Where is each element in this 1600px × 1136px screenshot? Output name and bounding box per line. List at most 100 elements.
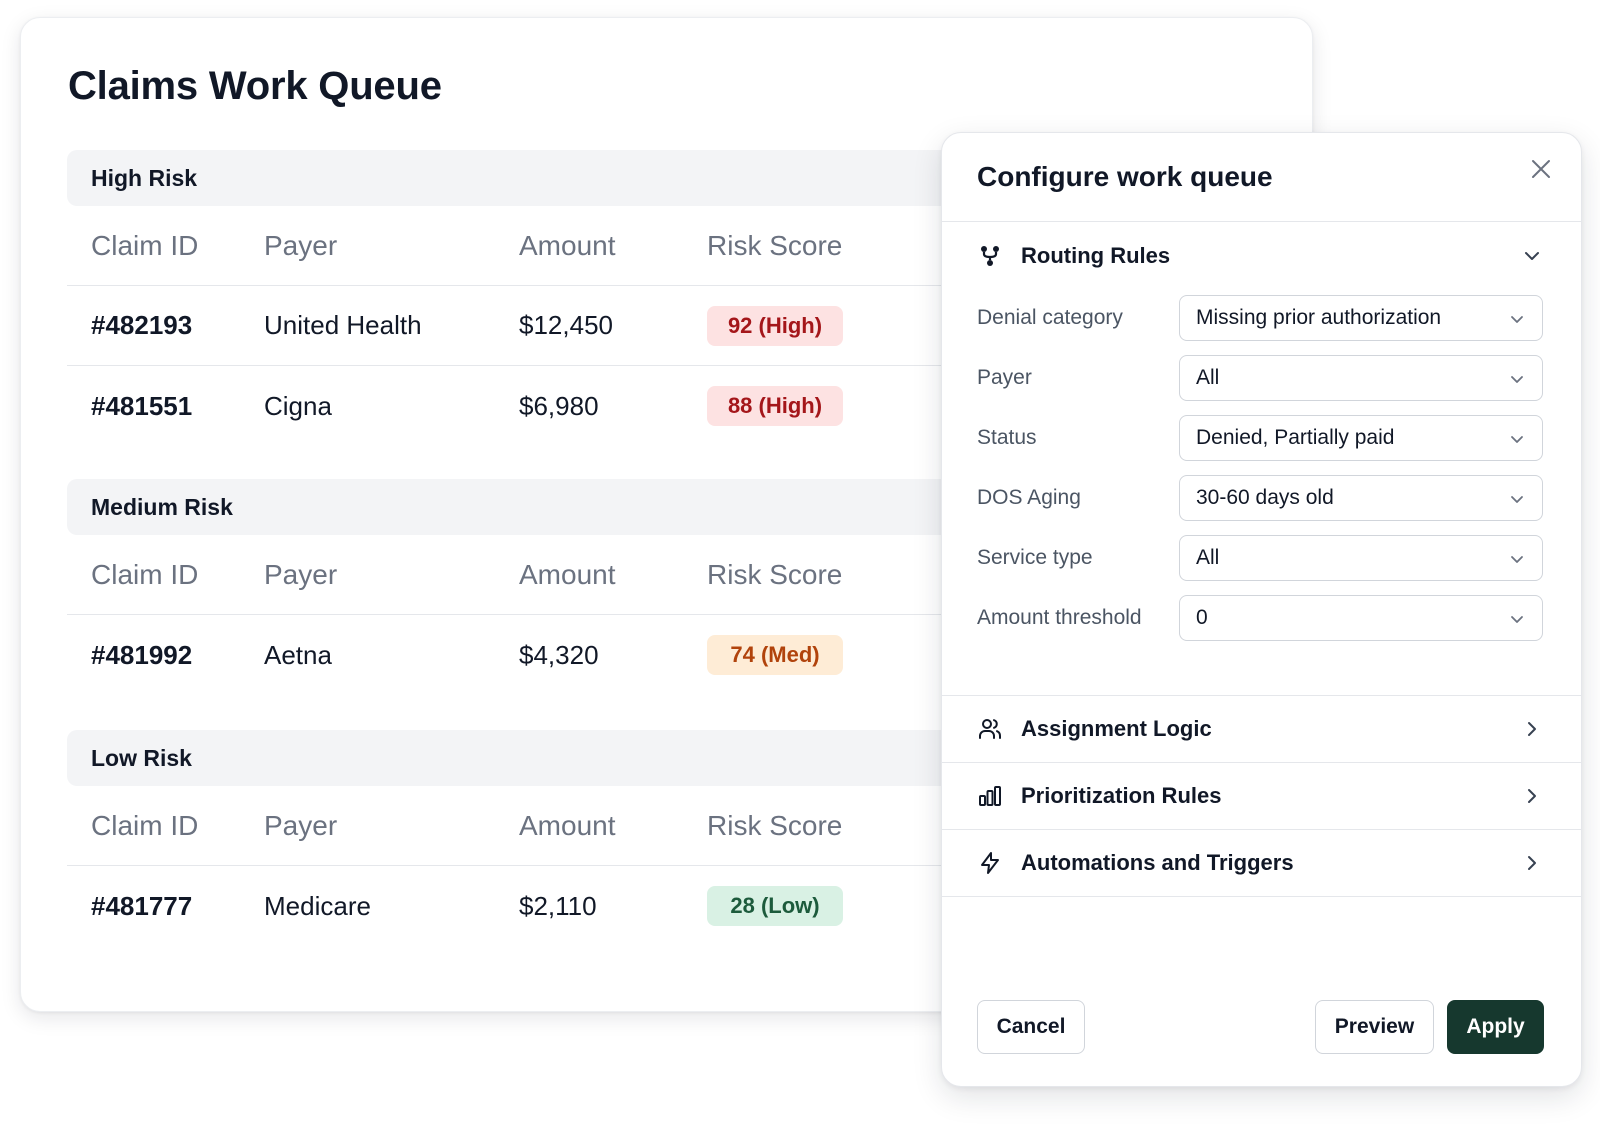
section-label: Prioritization Rules (1021, 783, 1222, 808)
field-label: Service type (977, 546, 1093, 569)
section-prioritization-rules[interactable]: Prioritization Rules (942, 763, 1581, 829)
page-title: Claims Work Queue (68, 64, 442, 108)
amount: $4,320 (519, 639, 599, 670)
chevron-down-icon (1508, 490, 1526, 508)
column-headers: Claim ID Payer Amount Risk Score (67, 786, 987, 866)
amount-threshold-select[interactable]: 0 (1179, 595, 1543, 641)
column-header-risk-score: Risk Score (707, 558, 843, 590)
risk-group-high: High Risk Claim ID Payer Amount Risk Sco… (67, 150, 987, 446)
payer: Aetna (264, 639, 332, 670)
chevron-right-icon (1521, 718, 1543, 740)
column-header-payer: Payer (264, 229, 338, 261)
claim-id: #482193 (91, 310, 193, 340)
field-amount-threshold: Amount threshold 0 (977, 595, 1546, 641)
group-header: Low Risk (67, 730, 987, 786)
chevron-down-icon (1508, 550, 1526, 568)
column-header-risk-score: Risk Score (707, 229, 843, 261)
chevron-right-icon (1521, 785, 1543, 807)
risk-score-badge: 92 (High) (707, 305, 843, 346)
column-header-claim-id: Claim ID (91, 229, 199, 261)
risk-score-badge: 74 (Med) (707, 635, 843, 675)
column-header-claim-id: Claim ID (91, 809, 199, 841)
apply-button[interactable]: Apply (1447, 1000, 1544, 1054)
risk-score-cell: 74 (Med) (707, 615, 843, 695)
payer: Cigna (264, 390, 332, 421)
risk-group-low: Low Risk Claim ID Payer Amount Risk Scor… (67, 730, 987, 946)
service-type-select[interactable]: All (1179, 535, 1543, 581)
column-header-payer: Payer (264, 558, 338, 590)
risk-score-cell: 88 (High) (707, 366, 843, 446)
bar-chart-icon (978, 784, 1002, 808)
section-routing-rules[interactable]: Routing Rules (942, 223, 1581, 289)
field-payer: Payer All (977, 355, 1546, 401)
claim-id: #481777 (91, 890, 193, 921)
risk-group-medium: Medium Risk Claim ID Payer Amount Risk S… (67, 479, 987, 695)
risk-score-badge: 28 (Low) (707, 886, 843, 926)
routing-icon (978, 244, 1002, 268)
column-header-claim-id: Claim ID (91, 558, 199, 590)
select-value: Missing prior authorization (1196, 306, 1442, 329)
chevron-down-icon (1508, 370, 1526, 388)
field-label: DOS Aging (977, 486, 1081, 509)
field-label: Denial category (977, 306, 1123, 329)
panel-title: Configure work queue (977, 161, 1273, 192)
status-select[interactable]: Denied, Partially paid (1179, 415, 1543, 461)
divider (942, 896, 1581, 897)
chevron-down-icon (1508, 310, 1526, 328)
section-label: Automations and Triggers (1021, 850, 1294, 875)
close-button[interactable] (1525, 155, 1557, 187)
chevron-down-icon (1521, 245, 1543, 267)
amount: $12,450 (519, 310, 613, 340)
field-service-type: Service type All (977, 535, 1546, 581)
group-header: High Risk (67, 150, 987, 206)
amount: $6,980 (519, 390, 599, 421)
claim-id: #481551 (91, 390, 193, 421)
table-row[interactable]: #481992 Aetna $4,320 74 (Med) (67, 615, 987, 695)
table-row[interactable]: #481777 Medicare $2,110 28 (Low) (67, 866, 987, 946)
column-headers: Claim ID Payer Amount Risk Score (67, 535, 987, 615)
section-assignment-logic[interactable]: Assignment Logic (942, 696, 1581, 762)
section-automations-triggers[interactable]: Automations and Triggers (942, 830, 1581, 896)
select-value: 0 (1196, 606, 1208, 629)
stage: Claims Work Queue High Risk Claim ID Pay… (0, 0, 1600, 1136)
column-header-amount: Amount (519, 229, 616, 261)
close-icon (1530, 158, 1552, 185)
table-row[interactable]: #481551 Cigna $6,980 88 (High) (67, 366, 987, 446)
divider (942, 221, 1581, 222)
select-value: 30-60 days old (1196, 486, 1334, 509)
group-header: Medium Risk (67, 479, 987, 535)
column-headers: Claim ID Payer Amount Risk Score (67, 206, 987, 286)
dos-aging-select[interactable]: 30-60 days old (1179, 475, 1543, 521)
preview-button[interactable]: Preview (1315, 1000, 1434, 1054)
lightning-icon (978, 851, 1002, 875)
claim-id: #481992 (91, 639, 193, 670)
risk-score-cell: 28 (Low) (707, 866, 843, 946)
column-header-payer: Payer (264, 809, 338, 841)
payer-select[interactable]: All (1179, 355, 1543, 401)
select-value: Denied, Partially paid (1196, 426, 1395, 449)
column-header-risk-score: Risk Score (707, 809, 843, 841)
chevron-down-icon (1508, 610, 1526, 628)
payer: Medicare (264, 890, 371, 921)
section-label: Routing Rules (1021, 243, 1171, 268)
risk-score-badge: 88 (High) (707, 386, 843, 426)
amount: $2,110 (519, 890, 597, 921)
select-value: All (1196, 366, 1220, 389)
chevron-right-icon (1521, 852, 1543, 874)
field-label: Status (977, 426, 1037, 449)
field-denial-category: Denial category Missing prior authorizat… (977, 295, 1546, 341)
payer: United Health (264, 310, 422, 340)
column-header-amount: Amount (519, 809, 616, 841)
field-status: Status Denied, Partially paid (977, 415, 1546, 461)
risk-score-cell: 92 (High) (707, 286, 843, 365)
section-label: Assignment Logic (1021, 716, 1212, 741)
cancel-button[interactable]: Cancel (977, 1000, 1085, 1054)
field-label: Amount threshold (977, 606, 1142, 629)
configure-queue-panel: Configure work queue Routing Rules Denia… (941, 132, 1582, 1087)
chevron-down-icon (1508, 430, 1526, 448)
users-icon (978, 717, 1002, 741)
table-row[interactable]: #482193 United Health $12,450 92 (High) (67, 286, 987, 366)
field-dos-aging: DOS Aging 30-60 days old (977, 475, 1546, 521)
field-label: Payer (977, 366, 1032, 389)
denial-category-select[interactable]: Missing prior authorization (1179, 295, 1543, 341)
